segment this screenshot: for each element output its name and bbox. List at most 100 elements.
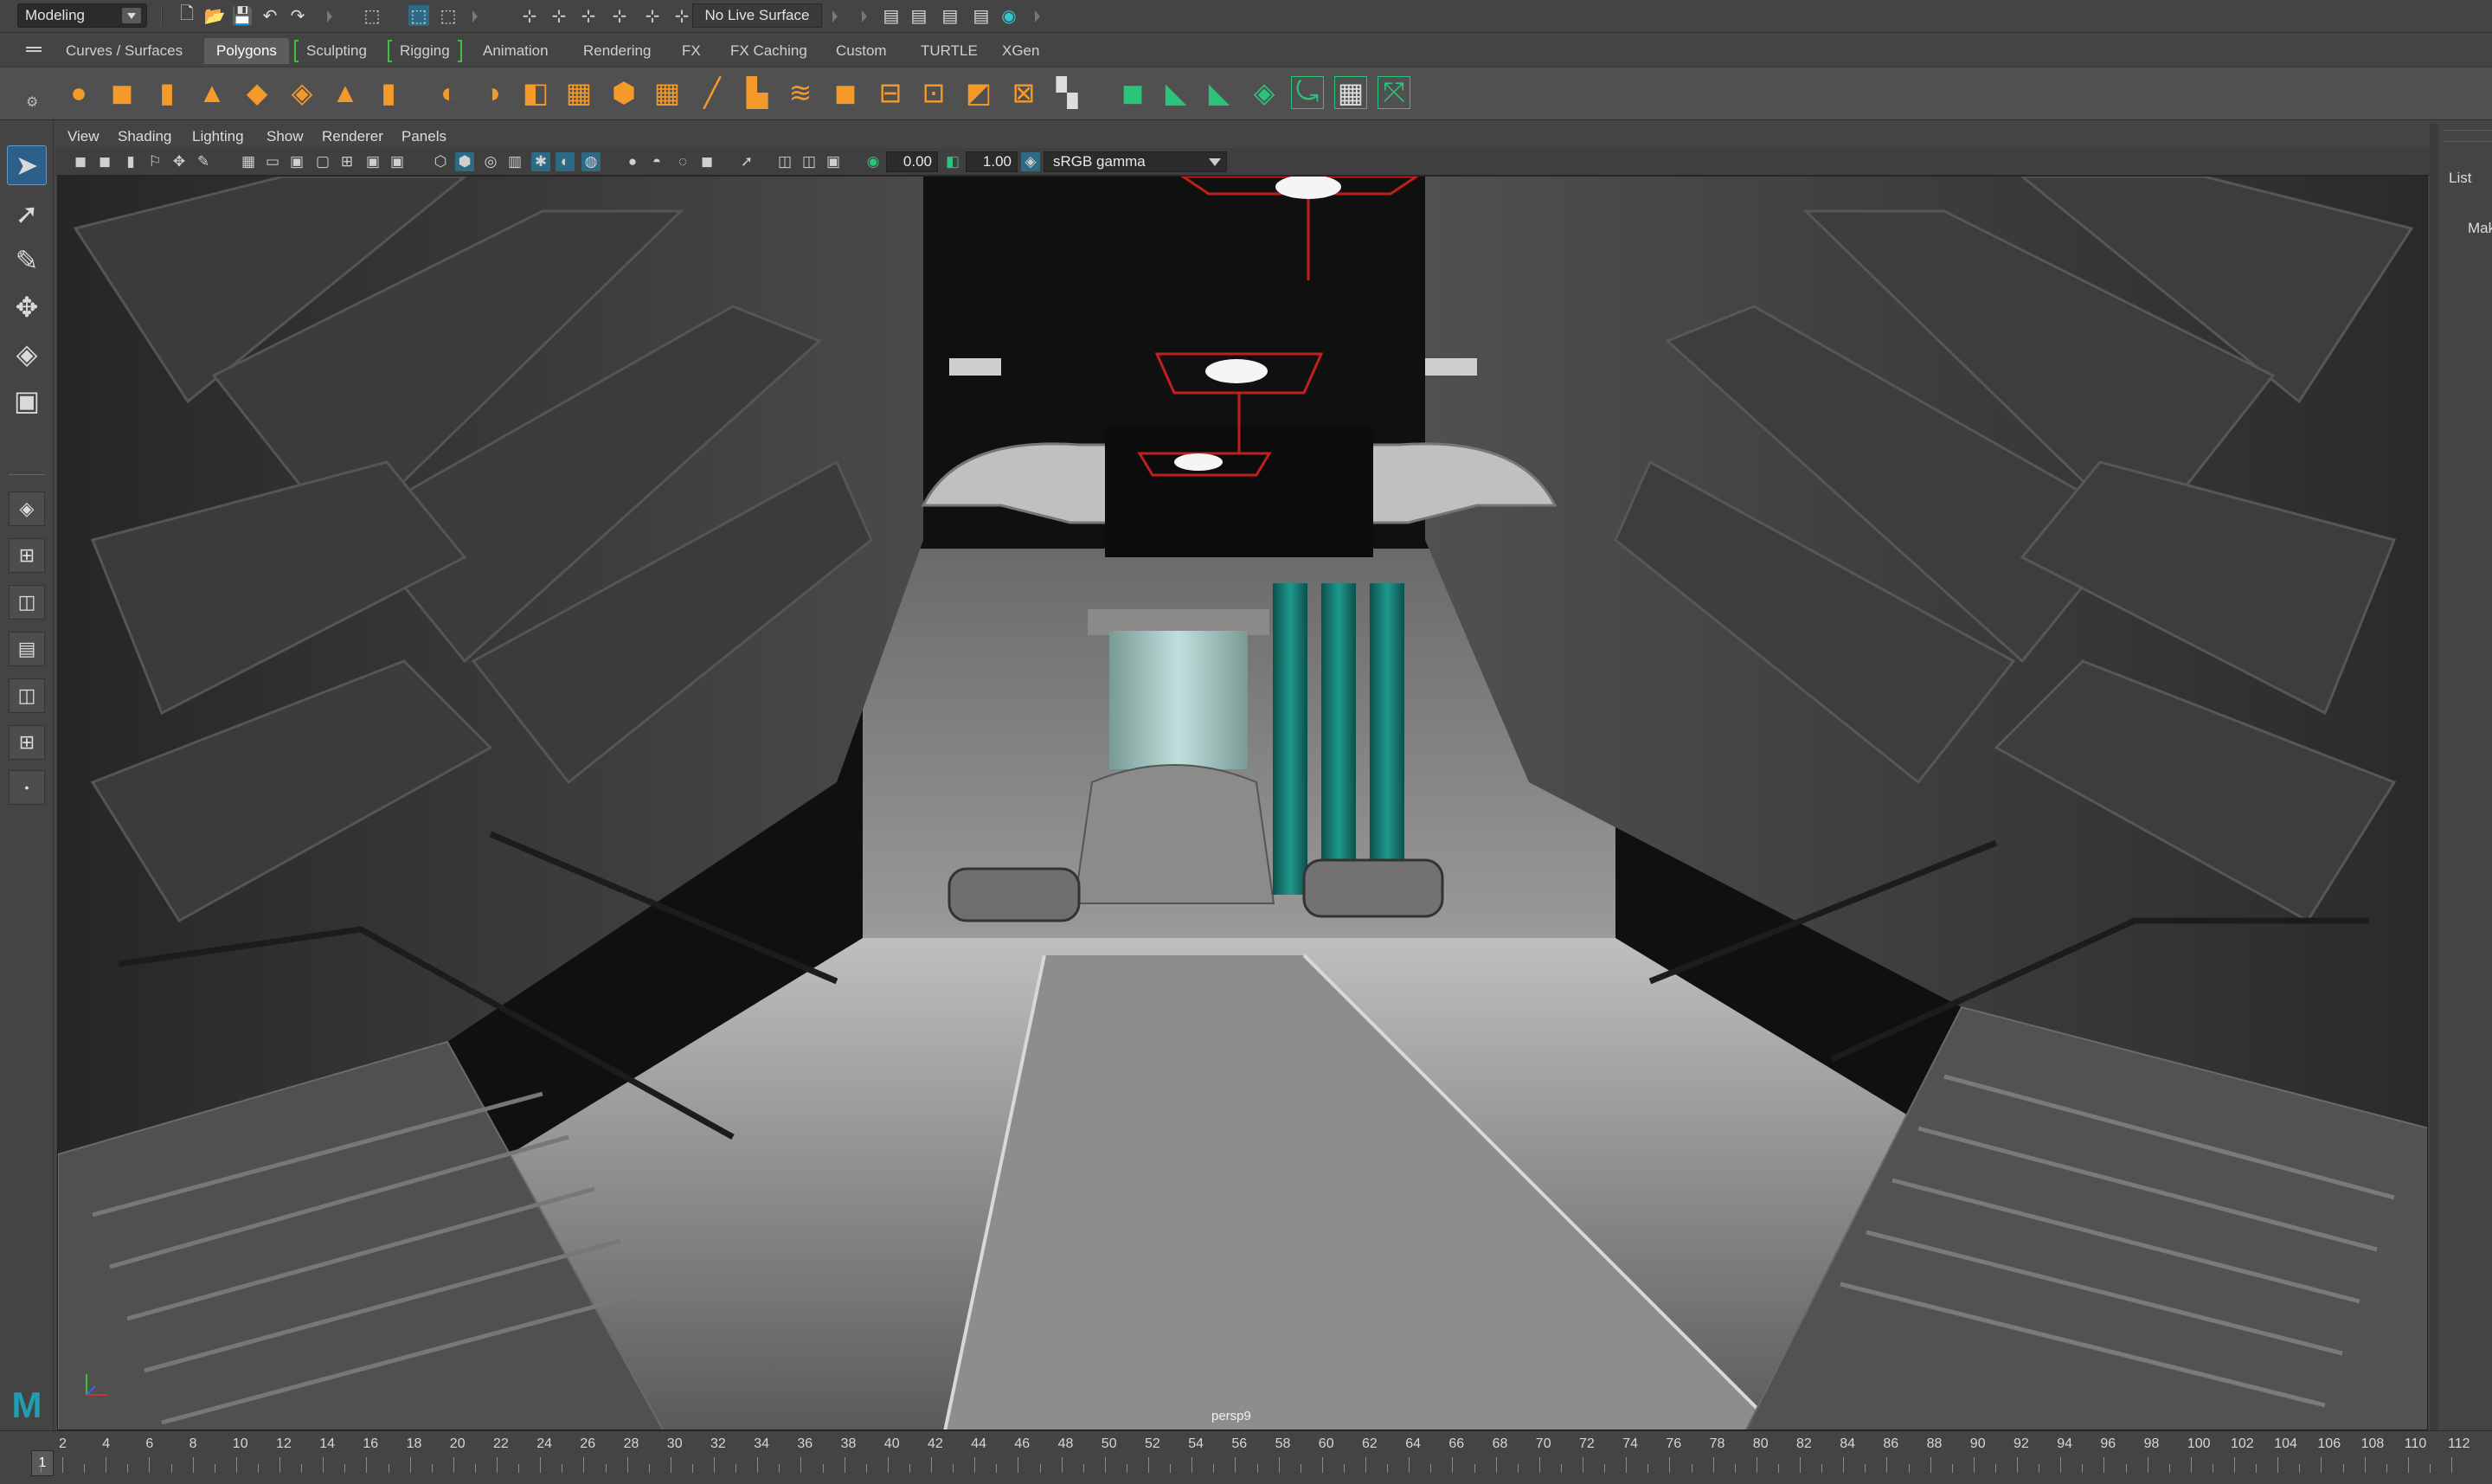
bridge-icon[interactable]: ≋ <box>784 76 817 109</box>
color-space-dropdown[interactable]: sRGB gamma <box>1044 151 1227 172</box>
poly-pyramid-icon[interactable]: ▲ <box>329 76 362 109</box>
graph-layout-icon[interactable]: ◫ <box>9 678 45 713</box>
exposure-icon[interactable]: ◉ <box>864 152 883 171</box>
poly-torus-icon[interactable]: ◈ <box>286 76 318 109</box>
collapse-arrow-icon[interactable] <box>1035 7 1040 26</box>
lasso-tool-icon[interactable]: ➚ <box>7 194 47 234</box>
undo-icon[interactable]: ↶ <box>260 5 280 26</box>
safe-title-icon[interactable]: ▣ <box>388 152 407 171</box>
paint-select-tool-icon[interactable]: ✎ <box>7 241 47 280</box>
tab-custom[interactable]: Custom <box>824 38 899 64</box>
poly-pipe-icon[interactable]: ▮ <box>372 76 405 109</box>
panel-title-bar[interactable] <box>2444 130 2492 142</box>
collapse-arrow-icon[interactable] <box>862 7 867 26</box>
tab-fx-caching[interactable]: FX Caching <box>718 38 819 64</box>
open-scene-icon[interactable]: 📂 <box>204 5 226 26</box>
poly-diamond-icon[interactable]: ◆ <box>241 76 273 109</box>
snap-curve-icon[interactable]: ⊹ <box>549 5 569 26</box>
poly-cylinder-icon[interactable]: ▮ <box>151 76 183 109</box>
extract-icon[interactable]: ◧ <box>519 76 552 109</box>
multisample-aa-icon[interactable]: ◓ <box>647 152 666 171</box>
tab-sculpting[interactable]: Sculpting <box>294 38 379 64</box>
shadows-icon[interactable]: ◐ <box>556 152 575 171</box>
uv-spherical-icon[interactable]: ◣ <box>1203 76 1236 109</box>
exposure-reset-icon[interactable]: ▣ <box>824 152 843 171</box>
menu-view[interactable]: View <box>67 126 100 147</box>
render-settings-icon[interactable]: ▤ <box>971 5 992 26</box>
field-chart-icon[interactable]: ⊞ <box>337 152 356 171</box>
smooth-shade-icon[interactable]: ⬢ <box>455 152 474 171</box>
tab-curves-surfaces[interactable]: Curves / Surfaces <box>54 38 195 64</box>
hypershade-layout-icon[interactable]: ⊞ <box>9 725 45 760</box>
select-hierarchy-icon[interactable]: ⬚ <box>362 5 382 26</box>
menu-show[interactable]: Show <box>267 126 304 147</box>
menu-renderer[interactable]: Renderer <box>322 126 383 147</box>
grid-icon[interactable]: ▦ <box>239 152 258 171</box>
panel-resize-handle[interactable] <box>2430 124 2438 1430</box>
collapse-arrow-icon[interactable] <box>832 7 838 26</box>
current-frame-marker[interactable]: 1 <box>31 1450 54 1476</box>
bevel-icon[interactable]: ◼ <box>829 76 862 109</box>
redo-icon[interactable]: ↷ <box>287 5 308 26</box>
gamma-icon[interactable]: ◧ <box>943 152 962 171</box>
uv-automatic-icon[interactable]: ◈ <box>1248 76 1281 109</box>
collapse-arrow-icon[interactable] <box>327 7 332 26</box>
uv-editor-icon[interactable]: ⤧ <box>1378 76 1410 109</box>
menu-shading[interactable]: Shading <box>118 126 171 147</box>
select-component-icon[interactable]: ⬚ <box>438 5 459 26</box>
make-menu[interactable]: Mak <box>2468 220 2492 237</box>
tab-xgen[interactable]: XGen <box>990 38 1051 64</box>
poly-cube-icon[interactable]: ◼ <box>106 76 138 109</box>
grease-pencil-icon[interactable]: ✎ <box>194 152 213 171</box>
gamma-field[interactable]: 1.00 <box>966 151 1018 172</box>
uv-planar-icon[interactable]: ◼ <box>1116 76 1149 109</box>
two-d-pan-icon[interactable]: ✥ <box>170 152 189 171</box>
outliner-layout-icon[interactable]: ▤ <box>9 632 45 666</box>
depth-of-field-icon[interactable]: ◌ <box>673 152 692 171</box>
snap-projected-icon[interactable]: ⊹ <box>609 5 630 26</box>
tab-turtle[interactable]: TURTLE <box>909 38 990 64</box>
resolution-gate-icon[interactable]: ▣ <box>287 152 306 171</box>
gear-icon[interactable]: ⚙ <box>26 93 38 111</box>
textured-icon[interactable]: ▥ <box>505 152 524 171</box>
live-surface-field[interactable]: No Live Surface <box>692 3 822 28</box>
smooth-icon[interactable]: ▦ <box>562 76 595 109</box>
shelf-menu-icon[interactable] <box>26 47 42 52</box>
two-pane-layout-icon[interactable]: ◫ <box>9 585 45 620</box>
ipr-render-icon[interactable]: ▤ <box>940 5 960 26</box>
offset-edge-loop-icon[interactable]: ⊡ <box>917 76 950 109</box>
render-frame-icon[interactable]: ▤ <box>909 5 929 26</box>
chevron-down-icon[interactable] <box>122 8 141 23</box>
tab-rendering[interactable]: Rendering <box>571 38 663 64</box>
safe-action-icon[interactable]: ▣ <box>363 152 382 171</box>
image-plane-icon[interactable]: ⚐ <box>145 152 164 171</box>
menu-lighting[interactable]: Lighting <box>192 126 244 147</box>
collapse-arrow-icon[interactable] <box>472 7 478 26</box>
exposure-field[interactable]: 0.00 <box>886 151 938 172</box>
uv-unfold-icon[interactable]: ⤿ <box>1291 76 1324 109</box>
snap-grid-icon[interactable]: ⊹ <box>519 5 540 26</box>
tab-polygons[interactable]: Polygons <box>204 38 289 64</box>
single-pane-layout-icon[interactable]: ◈ <box>9 491 45 526</box>
menuset-dropdown[interactable]: Modeling <box>17 3 147 28</box>
move-tool-icon[interactable]: ✥ <box>7 287 47 327</box>
menu-panels[interactable]: Panels <box>401 126 446 147</box>
insert-edge-loop-icon[interactable]: ⊟ <box>874 76 907 109</box>
list-menu[interactable]: List <box>2449 170 2471 187</box>
viewport-persp[interactable] <box>57 176 2428 1430</box>
tab-animation[interactable]: Animation <box>471 38 561 64</box>
color-management-icon[interactable]: ◈ <box>1021 152 1040 171</box>
bookmark-icon[interactable]: ▮ <box>121 152 140 171</box>
separate-icon[interactable]: ◑ <box>476 76 509 109</box>
camera-attributes-icon[interactable]: ◼ <box>95 152 114 171</box>
combine-icon[interactable]: ◐ <box>433 76 466 109</box>
checker-icon[interactable]: ▚ <box>1050 76 1083 109</box>
camera-icon[interactable]: ◼ <box>71 152 90 171</box>
snap-point-icon[interactable]: ⊹ <box>578 5 599 26</box>
gate-mask-icon[interactable]: ▢ <box>313 152 332 171</box>
boolean-icon[interactable]: ⬢ <box>607 76 640 109</box>
xray-icon[interactable]: ➚ <box>737 152 756 171</box>
film-gate-icon[interactable]: ▭ <box>263 152 282 171</box>
mirror-icon[interactable]: ▦ <box>651 76 684 109</box>
select-tool-icon[interactable]: ➤ <box>7 145 47 185</box>
